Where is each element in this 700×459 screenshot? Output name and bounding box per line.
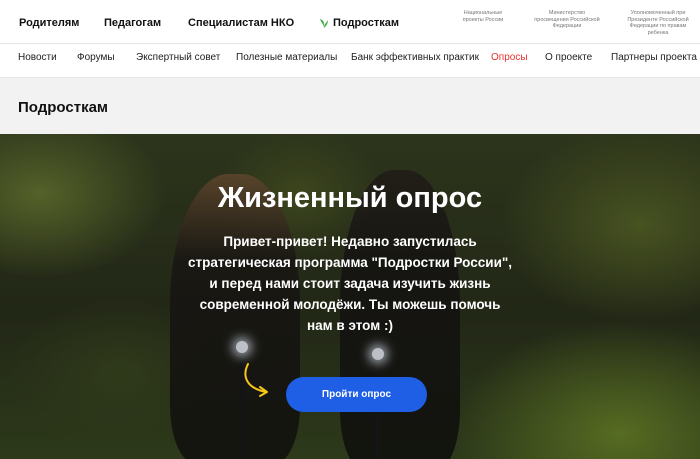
audience-link-teachers[interactable]: Педагогам: [104, 17, 161, 29]
audience-link-nko-specialists[interactable]: Специалистам НКО: [188, 17, 294, 29]
nav-news[interactable]: Новости: [18, 52, 57, 63]
audience-link-parents[interactable]: Родителям: [19, 17, 79, 29]
curved-arrow-icon: [244, 363, 268, 397]
partner-national-projects[interactable]: Национальные проекты России: [458, 10, 508, 23]
hero-banner: Жизненный опрос Привет-привет! Недавно з…: [0, 134, 700, 459]
partner-ministry[interactable]: Министерство просвещения Российской Феде…: [531, 10, 603, 30]
page-title: Подросткам: [18, 99, 109, 116]
hero-title: Жизненный опрос: [217, 182, 483, 214]
take-survey-button[interactable]: Пройти опрос: [286, 377, 427, 412]
nav-expert-council[interactable]: Экспертный совет: [136, 52, 220, 63]
hero-description: Привет-привет! Недавно запустилась страт…: [187, 234, 513, 333]
audience-link-teens[interactable]: Подросткам: [319, 17, 399, 29]
leaf-icon: [320, 18, 328, 28]
nav-useful-materials[interactable]: Полезные материалы: [236, 52, 337, 63]
page-header: Подросткам: [0, 78, 700, 134]
audience-teens-label: Подросткам: [333, 17, 400, 29]
nav-practices-bank[interactable]: Банк эффективных практик: [351, 52, 479, 63]
partner-ombudsman[interactable]: Уполномоченный при Президенте Российской…: [624, 10, 692, 36]
nav-about[interactable]: О проекте: [545, 52, 592, 63]
nav-forums[interactable]: Форумы: [77, 52, 115, 63]
nav-partners[interactable]: Партнеры проекта: [611, 52, 697, 63]
top-bar: Родителям Педагогам Специалистам НКО Под…: [0, 0, 700, 44]
nav-surveys[interactable]: Опросы: [491, 52, 528, 63]
